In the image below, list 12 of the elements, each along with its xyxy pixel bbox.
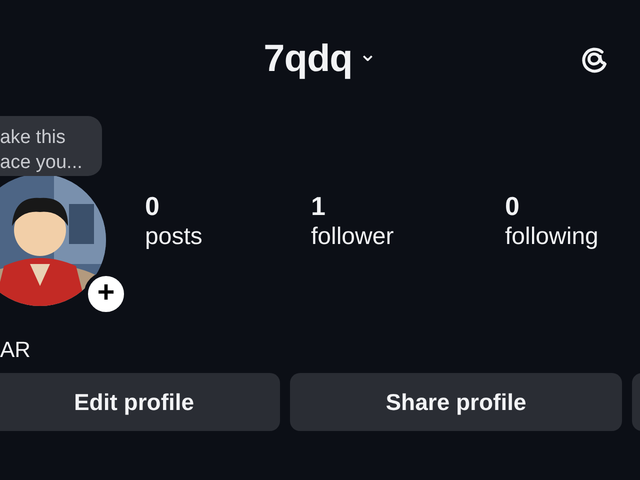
account-switch-caret[interactable]: ⌄ bbox=[358, 44, 376, 64]
username: 7qdq bbox=[264, 40, 352, 78]
stat-count[interactable]: 1 bbox=[311, 190, 326, 222]
stat-count[interactable]: 0 bbox=[145, 190, 160, 222]
profile-button[interactable]: Edit profile bbox=[0, 373, 280, 431]
stat-label[interactable]: follower bbox=[311, 222, 394, 252]
tooltip-text: ake this ace you... bbox=[0, 116, 102, 176]
profile-button[interactable]: Share profile bbox=[290, 373, 622, 431]
stat-count[interactable]: 0 bbox=[505, 190, 520, 222]
stat-label[interactable]: following bbox=[505, 222, 598, 252]
stat-label[interactable]: posts bbox=[145, 222, 202, 252]
display-name: AR bbox=[0, 336, 31, 364]
